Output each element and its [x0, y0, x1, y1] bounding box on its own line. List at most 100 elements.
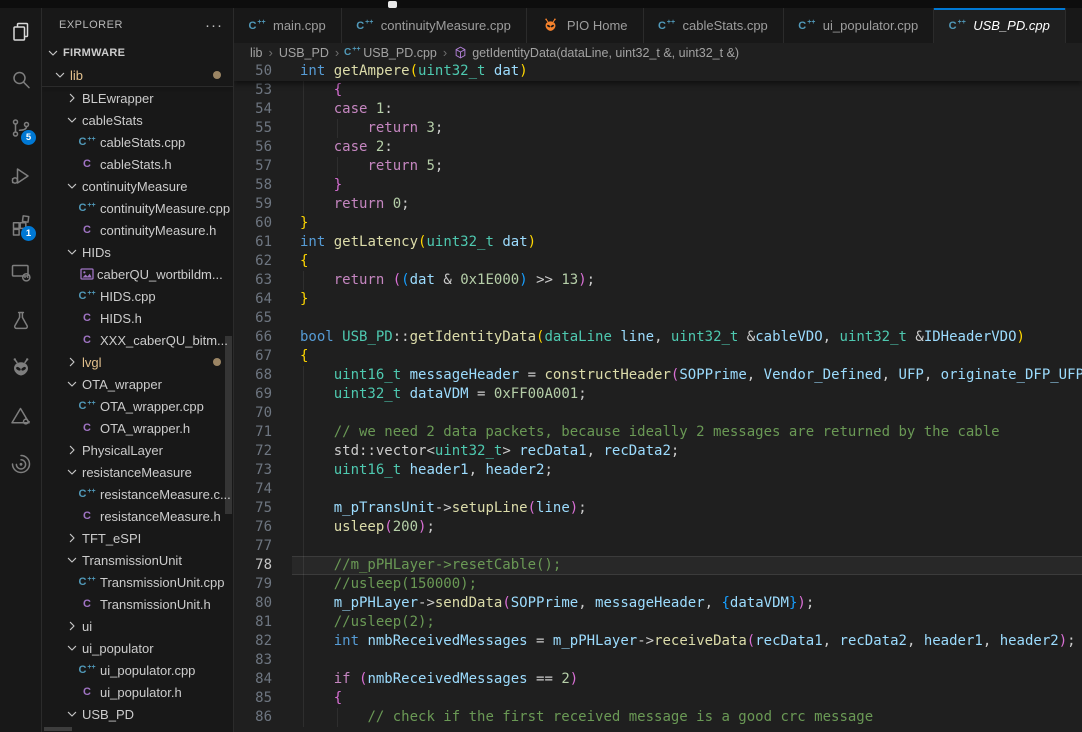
tab-main.cpp[interactable]: C++main.cpp	[234, 8, 342, 43]
tree-item-FIRMWARE[interactable]: FIRMWARE	[42, 42, 233, 64]
code-line-72[interactable]: 72 std::vector<uint32_t> recData1, recDa…	[234, 442, 1082, 461]
tree-item-PhysicalLayer[interactable]: PhysicalLayer	[42, 439, 233, 461]
code-line-86[interactable]: 86 // check if the first received messag…	[234, 708, 1082, 727]
tree-item-resistanceMeasure.h[interactable]: CresistanceMeasure.h	[42, 505, 233, 527]
tree-item-TransmissionUnit.h[interactable]: CTransmissionUnit.h	[42, 593, 233, 615]
tree-item-USB_PD[interactable]: USB_PD	[42, 703, 233, 725]
code-line-55[interactable]: 55 return 3;	[234, 119, 1082, 138]
code-line-84[interactable]: 84 if (nmbReceivedMessages == 2)	[234, 670, 1082, 689]
tree-item-continuityMeasure.h[interactable]: CcontinuityMeasure.h	[42, 219, 233, 241]
activity-remote-explorer[interactable]	[0, 248, 41, 296]
tree-item-cableStats.h[interactable]: CcableStats.h	[42, 153, 233, 175]
code-line-76[interactable]: 76 usleep(200);	[234, 518, 1082, 537]
tree-item-HIDs[interactable]: HIDs	[42, 241, 233, 263]
tab-label: main.cpp	[273, 18, 326, 33]
tree-item-cableStats[interactable]: cableStats	[42, 109, 233, 131]
tree-item-caberQU_wortbildm...[interactable]: caberQU_wortbildm...	[42, 263, 233, 285]
more-actions-icon[interactable]: ···	[205, 17, 223, 34]
line-number: 57	[234, 157, 272, 176]
code-line-71[interactable]: 71 // we need 2 data packets, because id…	[234, 423, 1082, 442]
code-line-53[interactable]: 53 {	[234, 81, 1082, 100]
tree-item-cableStats.cpp[interactable]: C++cableStats.cpp	[42, 131, 233, 153]
code-editor[interactable]: 50int getAmpere(uint32_t dat) 53 {54 cas…	[234, 62, 1082, 732]
code-line-67[interactable]: 67{	[234, 347, 1082, 366]
code-line-78[interactable]: 78 //m_pPHLayer->resetCable();	[234, 556, 1082, 575]
code-line-50[interactable]: 50int getAmpere(uint32_t dat)	[234, 62, 1082, 81]
breadcrumb-label: getIdentityData(dataLine, uint32_t &, ui…	[472, 46, 739, 60]
tree-item-OTA_wrapper.h[interactable]: COTA_wrapper.h	[42, 417, 233, 439]
tab-label: USB_PD.cpp	[973, 18, 1050, 33]
tree-item-lib[interactable]: lib	[42, 64, 233, 86]
activity-source-control[interactable]: 5	[0, 104, 41, 152]
code-line-57[interactable]: 57 return 5;	[234, 157, 1082, 176]
breadcrumb-item[interactable]: getIdentityData(dataLine, uint32_t &, ui…	[453, 45, 739, 60]
sticky-scroll-line[interactable]: 50int getAmpere(uint32_t dat)	[234, 62, 1082, 81]
code-line-81[interactable]: 81 //usleep(2);	[234, 613, 1082, 632]
code-line-66[interactable]: 66bool USB_PD::getIdentityData(dataLine …	[234, 328, 1082, 347]
code-line-59[interactable]: 59 return 0;	[234, 195, 1082, 214]
code-line-79[interactable]: 79 //usleep(150000);	[234, 575, 1082, 594]
tab-bar: C++main.cppC++continuityMeasure.cppPIO H…	[234, 8, 1082, 43]
code-line-56[interactable]: 56 case 2:	[234, 138, 1082, 157]
line-number: 85	[234, 689, 272, 708]
code-line-54[interactable]: 54 case 1:	[234, 100, 1082, 119]
code-line-68[interactable]: 68 uint16_t messageHeader = constructHea…	[234, 366, 1082, 385]
tree-item-OTA_wrapper.cpp[interactable]: C++OTA_wrapper.cpp	[42, 395, 233, 417]
code-line-63[interactable]: 63 return ((dat & 0x1E000) >> 13);	[234, 271, 1082, 290]
code-line-62[interactable]: 62{	[234, 252, 1082, 271]
tab-continuityMeasure.cpp[interactable]: C++continuityMeasure.cpp	[342, 8, 527, 43]
tab-cableStats.cpp[interactable]: C++cableStats.cpp	[644, 8, 784, 43]
tree-item-continuityMeasure.cpp[interactable]: C++continuityMeasure.cpp	[42, 197, 233, 219]
code-line-73[interactable]: 73 uint16_t header1, header2;	[234, 461, 1082, 480]
code-line-69[interactable]: 69 uint32_t dataVDM = 0xFF00A001;	[234, 385, 1082, 404]
code-line-85[interactable]: 85 {	[234, 689, 1082, 708]
tree-item-TransmissionUnit.cpp[interactable]: C++TransmissionUnit.cpp	[42, 571, 233, 593]
code-line-82[interactable]: 82 int nmbReceivedMessages = m_pPHLayer-…	[234, 632, 1082, 651]
code-line-61[interactable]: 61int getLatency(uint32_t dat)	[234, 233, 1082, 252]
breadcrumb-item[interactable]: C++USB_PD.cpp	[345, 46, 437, 60]
code-line-70[interactable]: 70	[234, 404, 1082, 423]
sidebar-header: EXPLORER ···	[42, 8, 233, 42]
code-line-75[interactable]: 75 m_pTransUnit->setupLine(line);	[234, 499, 1082, 518]
tree-item-HIDS.cpp[interactable]: C++HIDS.cpp	[42, 285, 233, 307]
tree-item-OTA_wrapper[interactable]: OTA_wrapper	[42, 373, 233, 395]
code-line-74[interactable]: 74	[234, 480, 1082, 499]
activity-run-debug[interactable]	[0, 152, 41, 200]
tree-item-ui[interactable]: ui	[42, 615, 233, 637]
tree-scrollbar-horizontal[interactable]	[44, 727, 72, 731]
activity-testing[interactable]	[0, 296, 41, 344]
tree-item-ui_populator.h[interactable]: Cui_populator.h	[42, 681, 233, 703]
tree-item-label: PhysicalLayer	[82, 443, 163, 458]
tree-item-TransmissionUnit[interactable]: TransmissionUnit	[42, 549, 233, 571]
tree-item-ui_populator[interactable]: ui_populator	[42, 637, 233, 659]
activity-search[interactable]	[0, 56, 41, 104]
tab-ui_populator.cpp[interactable]: C++ui_populator.cpp	[784, 8, 934, 43]
tree-scrollbar-vertical[interactable]	[225, 336, 232, 514]
tree-item-resistanceMeasure[interactable]: resistanceMeasure	[42, 461, 233, 483]
activity-espressif[interactable]	[0, 440, 41, 488]
code-line-83[interactable]: 83	[234, 651, 1082, 670]
code-line-64[interactable]: 64}	[234, 290, 1082, 309]
activity-explorer[interactable]	[0, 8, 41, 56]
tab-PIO Home[interactable]: PIO Home	[527, 8, 644, 43]
code-line-65[interactable]: 65	[234, 309, 1082, 328]
activity-extensions[interactable]: 1	[0, 200, 41, 248]
activity-platformio[interactable]	[0, 344, 41, 392]
tab-USB_PD.cpp[interactable]: C++USB_PD.cpp	[934, 8, 1066, 43]
code-line-77[interactable]: 77	[234, 537, 1082, 556]
tree-item-BLEwrapper[interactable]: BLEwrapper	[42, 87, 233, 109]
code-line-58[interactable]: 58 }	[234, 176, 1082, 195]
tree-item-XXX_caberQU_bitm...[interactable]: CXXX_caberQU_bitm...	[42, 329, 233, 351]
line-number: 55	[234, 119, 272, 138]
code-line-80[interactable]: 80 m_pPHLayer->sendData(SOPPrime, messag…	[234, 594, 1082, 613]
tree-item-resistanceMeasure.c...[interactable]: C++resistanceMeasure.c...	[42, 483, 233, 505]
tree-item-ui_populator.cpp[interactable]: C++ui_populator.cpp	[42, 659, 233, 681]
code-line-60[interactable]: 60}	[234, 214, 1082, 233]
breadcrumb-item[interactable]: USB_PD	[279, 46, 329, 60]
activity-project-tasks[interactable]	[0, 392, 41, 440]
tree-item-lvgl[interactable]: lvgl	[42, 351, 233, 373]
tree-item-TFT_eSPI[interactable]: TFT_eSPI	[42, 527, 233, 549]
tree-item-continuityMeasure[interactable]: continuityMeasure	[42, 175, 233, 197]
tree-item-HIDS.h[interactable]: CHIDS.h	[42, 307, 233, 329]
breadcrumb-item[interactable]: lib	[250, 46, 263, 60]
